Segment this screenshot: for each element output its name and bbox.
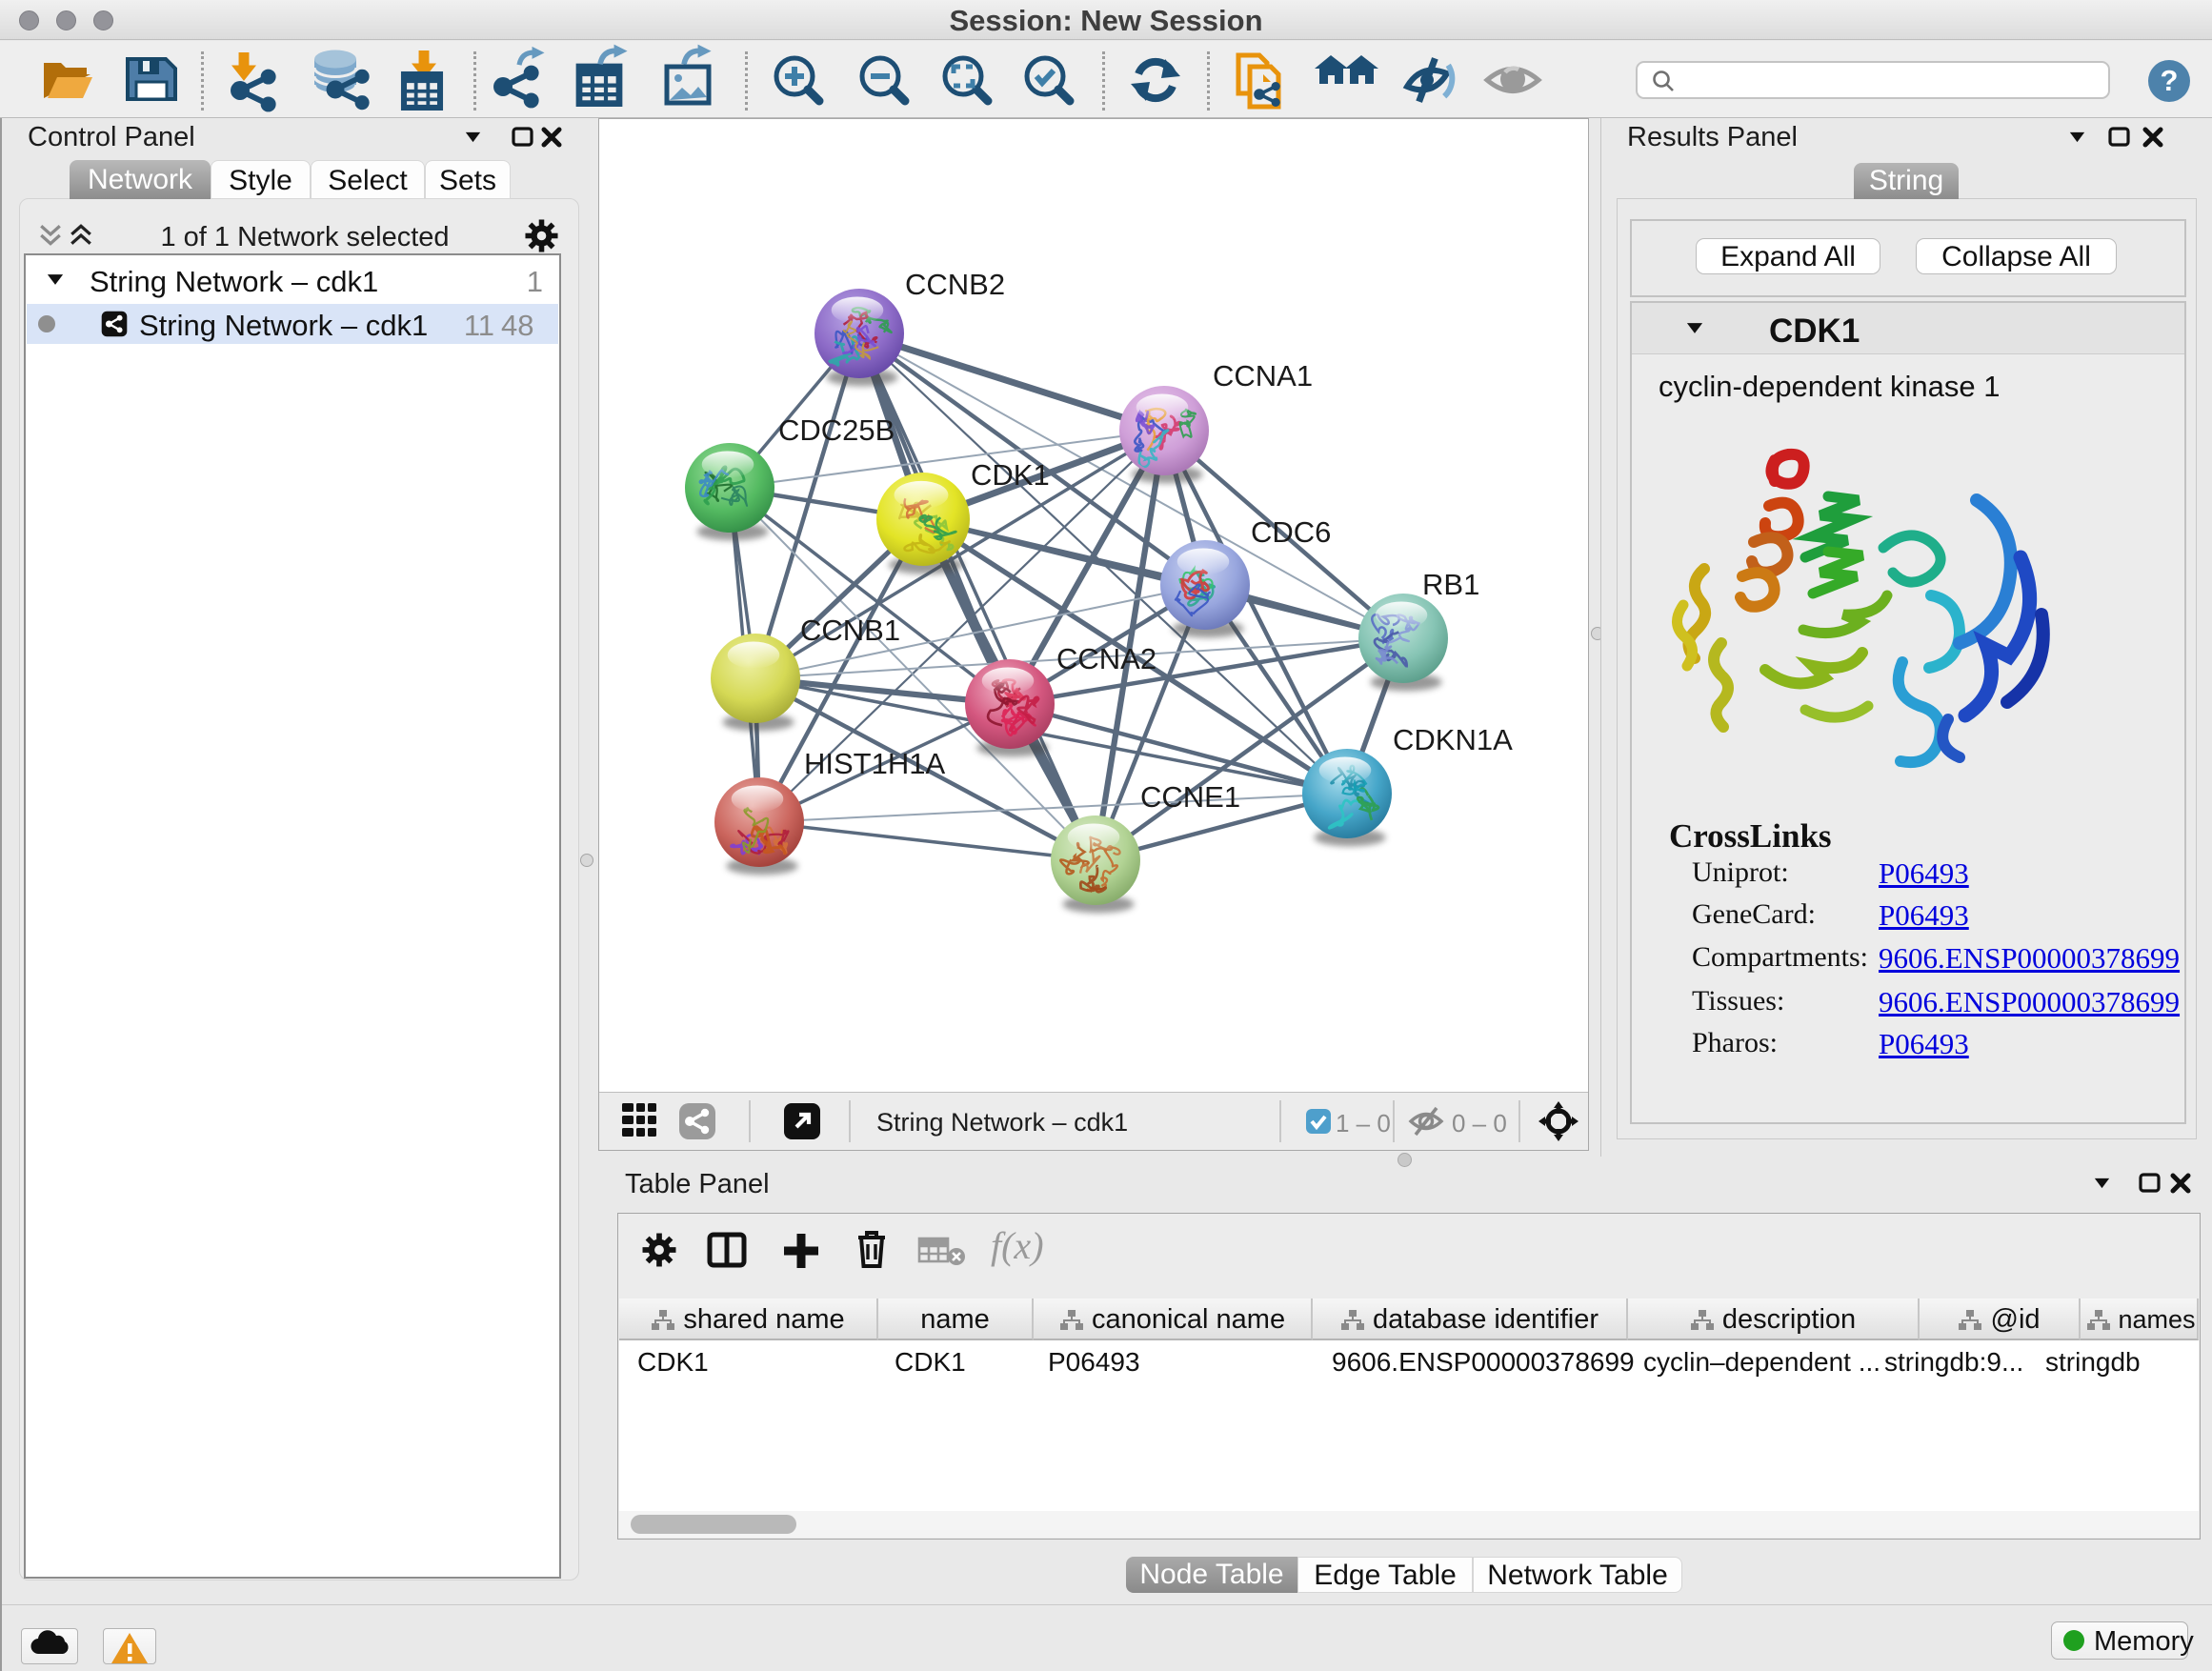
svg-text:CDKN1A: CDKN1A	[1393, 723, 1513, 756]
svg-text:HIST1H1A: HIST1H1A	[804, 747, 945, 780]
svg-text:CCNA2: CCNA2	[1056, 642, 1156, 675]
svg-text:RB1: RB1	[1422, 568, 1479, 601]
svg-text:CCNE1: CCNE1	[1140, 780, 1240, 814]
svg-text:CCNB1: CCNB1	[800, 614, 900, 647]
svg-text:CDC25B: CDC25B	[778, 413, 895, 447]
svg-text:CDC6: CDC6	[1251, 515, 1331, 549]
svg-text:CCNB2: CCNB2	[905, 268, 1005, 301]
svg-text:CDK1: CDK1	[971, 458, 1050, 492]
svg-text:CCNA1: CCNA1	[1213, 359, 1313, 393]
